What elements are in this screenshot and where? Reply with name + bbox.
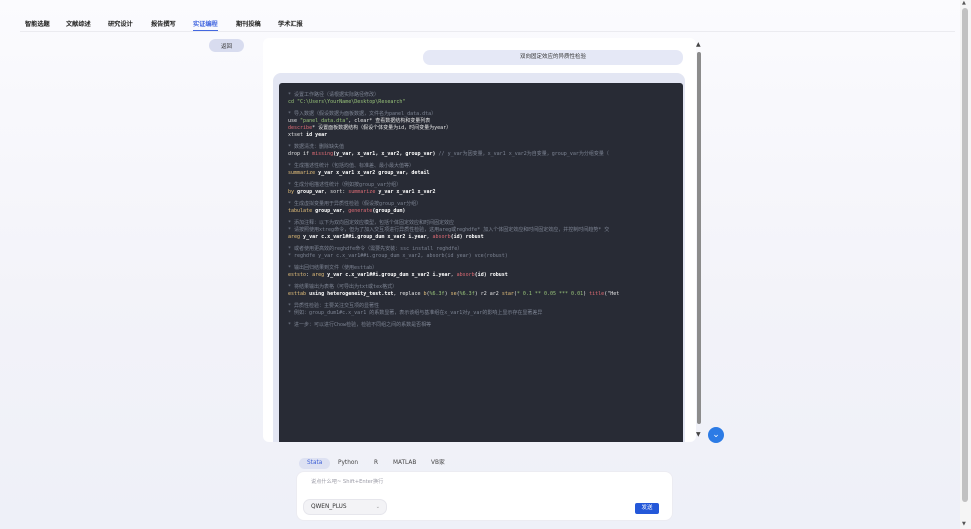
code-line: * 设置工作路径（请根据实际路径修改） bbox=[288, 92, 380, 98]
page-scrollbar[interactable]: ▲ ▼ bbox=[960, 0, 971, 529]
code-line: describe* 设置面板数据结构（假设个体变量为id，时间变量为year） bbox=[288, 125, 452, 131]
lang-matlab[interactable]: MATLAB bbox=[393, 458, 416, 469]
code-line: * 数据清洗：删除缺失值 bbox=[288, 144, 345, 150]
tab-report-writing[interactable]: 报告撰写 bbox=[151, 19, 176, 28]
code-line: * 进一步：可以进行Chow检验，检验不同组之间的系数是否相等 bbox=[288, 322, 432, 328]
send-button[interactable]: 发送 bbox=[635, 503, 659, 514]
code-line: tabulate group_var, generate(group_dum) bbox=[288, 208, 406, 214]
page-scroll-down-icon[interactable]: ▼ bbox=[962, 522, 966, 527]
code-line: * 例如：group_dum1#c.x_var1 的系数显著，表示该组与基准组在… bbox=[288, 310, 543, 316]
page-scrollbar-thumb[interactable] bbox=[962, 8, 968, 502]
scroll-up-arrow-icon[interactable]: ▲ bbox=[696, 42, 701, 48]
message-input-placeholder[interactable]: 说点什么吧~ Shift+Enter换行 bbox=[311, 478, 383, 485]
code-line: * 输出回归结果到文件（使用esttab） bbox=[288, 265, 378, 271]
code-line: * reghdfe y_var c.x_var1##i.group_dum x_… bbox=[288, 253, 508, 259]
chat-scrollbar-thumb[interactable] bbox=[697, 52, 701, 424]
code-line: areg y_var c.x_var1##i.group_dum x_var2 … bbox=[288, 234, 484, 240]
code-line: drop if missing(y_var, x_var1, x_var2, g… bbox=[288, 151, 609, 157]
scroll-to-bottom-button[interactable]: ⌄ bbox=[708, 427, 724, 443]
model-select[interactable]: QWEN_PLUS ⌄ bbox=[303, 499, 387, 515]
top-nav: 智能选题 文献综述 研究设计 报告撰写 实证编程 期刊投稿 学术汇报 bbox=[0, 0, 960, 32]
code-line: eststo: areg y_var c.x_var1##i.group_dum… bbox=[288, 272, 508, 278]
tab-research-design[interactable]: 研究设计 bbox=[108, 19, 133, 28]
user-message: 双向固定效应的异质性检验 bbox=[423, 50, 683, 65]
tab-academic-presentation[interactable]: 学术汇报 bbox=[278, 19, 303, 28]
code-line: by group_var, sort: summarize y_var x_va… bbox=[288, 189, 436, 195]
scroll-down-arrow-icon[interactable]: ▼ bbox=[696, 432, 701, 438]
lang-python[interactable]: Python bbox=[338, 458, 358, 469]
code-line: cd "C:\Users\YourName\Desktop\Research" bbox=[288, 99, 406, 105]
chevron-down-icon: ⌄ bbox=[712, 430, 720, 440]
code-line: * 生成描述性统计（包括均值、标准差、最小最大值等） bbox=[288, 163, 415, 169]
lang-stata[interactable]: Stata bbox=[299, 458, 331, 469]
tab-topic-selection[interactable]: 智能选题 bbox=[25, 19, 50, 28]
code-line: esttab using heterogeneity_test.txt, rep… bbox=[288, 291, 620, 297]
code-line: * 请按照使用xtreg命令，但为了加入交互项进行异质性检验，这用areg或re… bbox=[288, 227, 610, 233]
tab-journal-submission[interactable]: 期刊投稿 bbox=[236, 19, 261, 28]
model-select-value: QWEN_PLUS bbox=[311, 504, 347, 510]
code-line: use "panel_data.dta", clear* 查看数据结构和变量列表 bbox=[288, 118, 431, 124]
code-line: * 生成分组描述性统计（例如按group_var分组） bbox=[288, 182, 402, 188]
code-line: * 异质性检验：主要关注交互项的显著性 bbox=[288, 303, 380, 309]
message-input-box[interactable]: 说点什么吧~ Shift+Enter换行 QWEN_PLUS ⌄ 发送 bbox=[296, 471, 673, 521]
code-line: summarize y_var x_var1 x_var2 group_var,… bbox=[288, 170, 430, 176]
lang-vb[interactable]: VB家 bbox=[431, 458, 445, 469]
code-line: xtset id year bbox=[288, 132, 328, 138]
code-line: * 添加注释：以下为双向固定效应模型，包括个体固定效应和时间固定效应 bbox=[288, 220, 455, 226]
tab-literature-review[interactable]: 文献综述 bbox=[66, 19, 91, 28]
chat-panel: 双向固定效应的异质性检验 * 设置工作路径（请根据实际路径修改） cd "C:\U… bbox=[263, 38, 696, 442]
code-line: * 生成虚拟变量用于异质性检验（假设按group_var分组） bbox=[288, 201, 422, 207]
back-button[interactable]: 返回 bbox=[209, 39, 244, 52]
lang-r[interactable]: R bbox=[374, 458, 378, 469]
nav-divider bbox=[20, 31, 955, 32]
page-scroll-up-icon[interactable]: ▲ bbox=[962, 1, 966, 6]
code-line: * 导入数据（假设数据为面板数据，文件名为panel_data.dta） bbox=[288, 111, 437, 117]
code-block: * 设置工作路径（请根据实际路径修改） cd "C:\Users\YourName… bbox=[279, 83, 683, 442]
tab-empirical-programming[interactable]: 实证编程 bbox=[193, 19, 218, 28]
code-line: * 将结果输出为表格（可导出为txt或tex格式） bbox=[288, 284, 398, 290]
chat-scrollbar[interactable]: ▲ ▼ bbox=[695, 42, 703, 440]
code-line: * 或者使用更高效的reghdfe命令（需要先安装：ssc install re… bbox=[288, 246, 463, 252]
chevron-down-icon: ⌄ bbox=[375, 504, 380, 510]
